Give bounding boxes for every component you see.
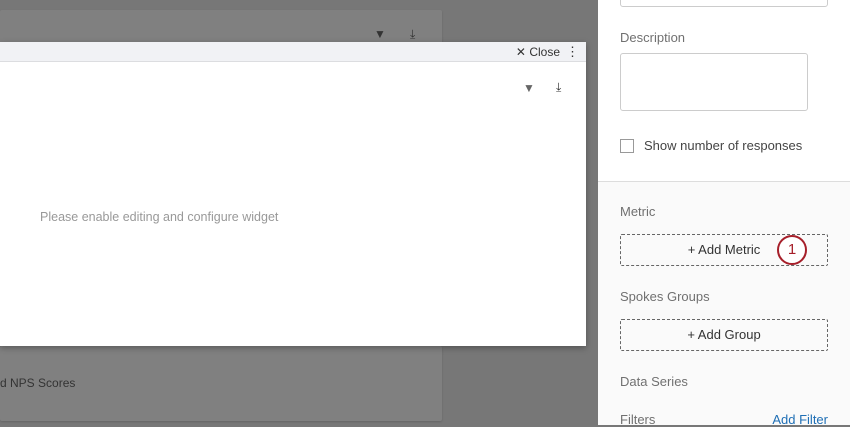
description-textarea[interactable] [620, 53, 808, 111]
show-responses-label: Show number of responses [644, 138, 803, 153]
title-input[interactable] [620, 0, 828, 7]
filter-icon[interactable]: ▼ [523, 82, 535, 94]
modal-header: ✕ Close ⋮ [0, 42, 586, 62]
metric-label: Metric [620, 204, 656, 219]
add-group-button[interactable]: + Add Group [620, 319, 828, 351]
filter-icon: ▼ [374, 27, 386, 41]
close-icon: ✕ [515, 45, 530, 59]
download-icon[interactable]: ⤓ [556, 81, 561, 93]
download-icon: ⤓ [410, 27, 416, 41]
annotation-badge: 1 [777, 235, 807, 265]
data-series-label: Data Series [620, 374, 688, 389]
spokes-groups-label: Spokes Groups [620, 289, 710, 304]
description-label: Description [620, 30, 686, 45]
more-options-icon[interactable]: ⋮ [566, 44, 579, 60]
close-button[interactable]: ✕ Close [516, 45, 560, 59]
show-responses-checkbox[interactable] [620, 139, 634, 153]
background-card-title: d NPS Scores [0, 376, 76, 390]
widget-settings-panel: Description Show number of responses Met… [598, 0, 850, 427]
empty-widget-message: Please enable editing and configure widg… [40, 210, 279, 224]
widget-modal: ✕ Close ⋮ ▼ ⤓ Please enable editing and … [0, 42, 586, 346]
